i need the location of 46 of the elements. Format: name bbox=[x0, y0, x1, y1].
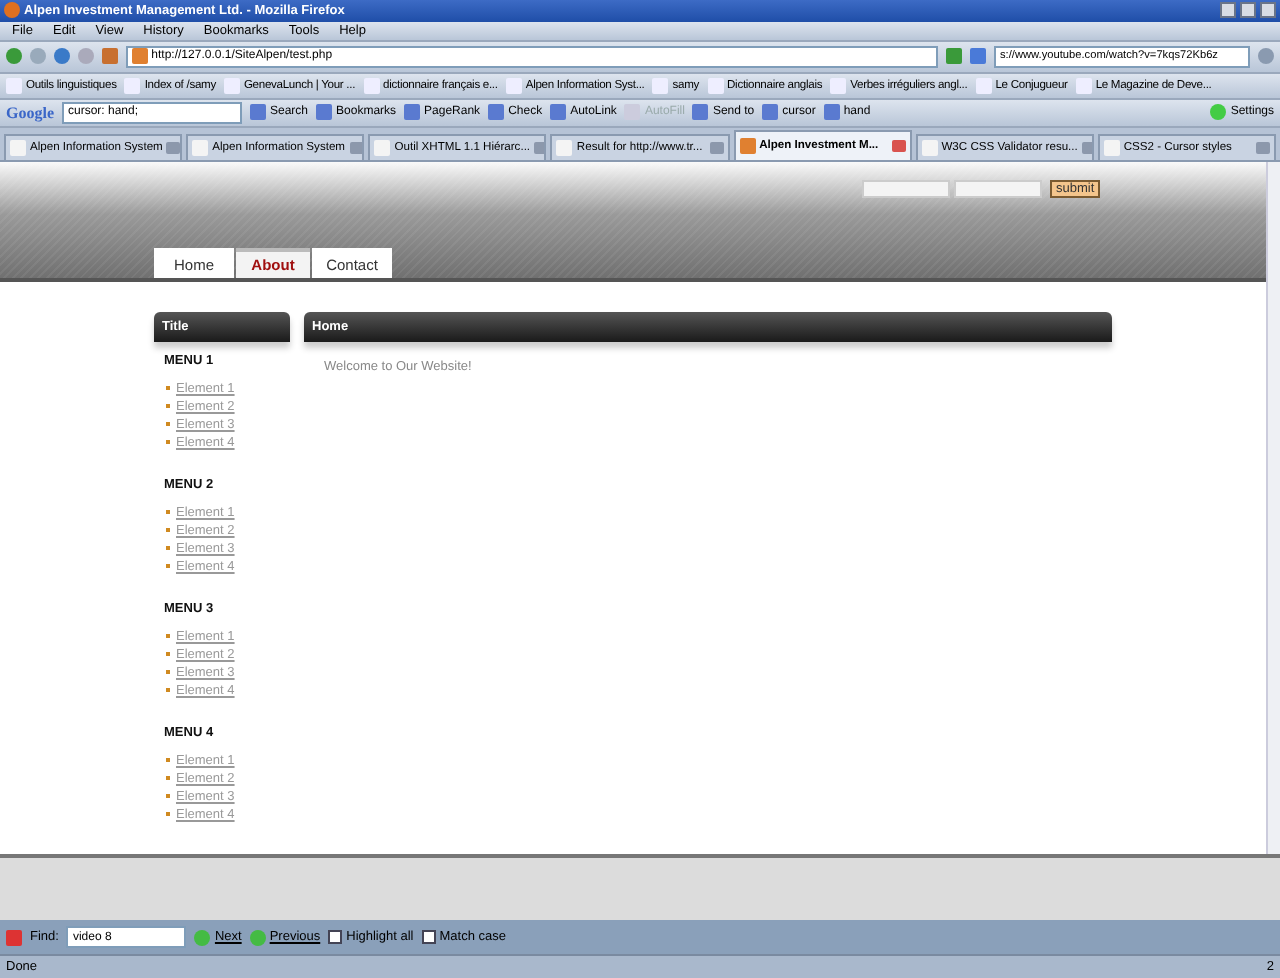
toolbar-icon bbox=[316, 104, 333, 121]
page-icon bbox=[124, 77, 141, 94]
close-icon[interactable] bbox=[1255, 141, 1270, 154]
page-icon bbox=[10, 139, 26, 156]
input-field[interactable] bbox=[862, 179, 950, 198]
close-icon[interactable] bbox=[166, 141, 181, 154]
browser-icon bbox=[4, 2, 20, 19]
toolbar-icon bbox=[823, 104, 840, 121]
page-icon bbox=[363, 77, 380, 94]
close-icon[interactable] bbox=[709, 141, 724, 154]
status-dot-icon bbox=[1210, 104, 1227, 121]
page-icon bbox=[1103, 139, 1120, 156]
page-icon bbox=[374, 139, 391, 156]
close-icon[interactable] bbox=[349, 141, 363, 154]
toolbar-icon bbox=[624, 104, 641, 121]
page-icon bbox=[192, 139, 209, 156]
close-icon[interactable] bbox=[6, 929, 22, 946]
page-icon bbox=[921, 139, 938, 156]
maximize-button[interactable] bbox=[1240, 2, 1256, 19]
page-icon bbox=[556, 139, 573, 156]
close-icon[interactable] bbox=[534, 141, 545, 154]
page-icon bbox=[830, 77, 847, 94]
close-icon[interactable] bbox=[1081, 141, 1092, 154]
input-field[interactable] bbox=[954, 179, 1042, 198]
toolbar-logo: Google bbox=[6, 103, 54, 122]
page-icon bbox=[1075, 77, 1092, 94]
toolbar-icon bbox=[550, 104, 567, 121]
page-icon bbox=[223, 77, 240, 94]
scrollbar[interactable] bbox=[1266, 161, 1280, 855]
toolbar-icon bbox=[404, 104, 421, 121]
checkbox[interactable] bbox=[328, 930, 343, 945]
minimize-button[interactable] bbox=[1220, 2, 1236, 19]
page-icon bbox=[975, 77, 992, 94]
checkbox[interactable] bbox=[421, 930, 436, 945]
toolbar-icon bbox=[250, 104, 266, 121]
close-icon[interactable] bbox=[891, 139, 906, 152]
page-icon bbox=[652, 77, 669, 94]
page-icon bbox=[505, 77, 522, 94]
toolbar-icon bbox=[488, 104, 505, 121]
toolbar-icon bbox=[692, 104, 709, 121]
page-icon bbox=[707, 77, 724, 94]
toolbar-icon bbox=[762, 104, 779, 121]
site-icon bbox=[132, 48, 148, 65]
page-icon bbox=[739, 137, 756, 154]
close-button[interactable] bbox=[1260, 2, 1276, 19]
page-icon bbox=[6, 77, 22, 94]
